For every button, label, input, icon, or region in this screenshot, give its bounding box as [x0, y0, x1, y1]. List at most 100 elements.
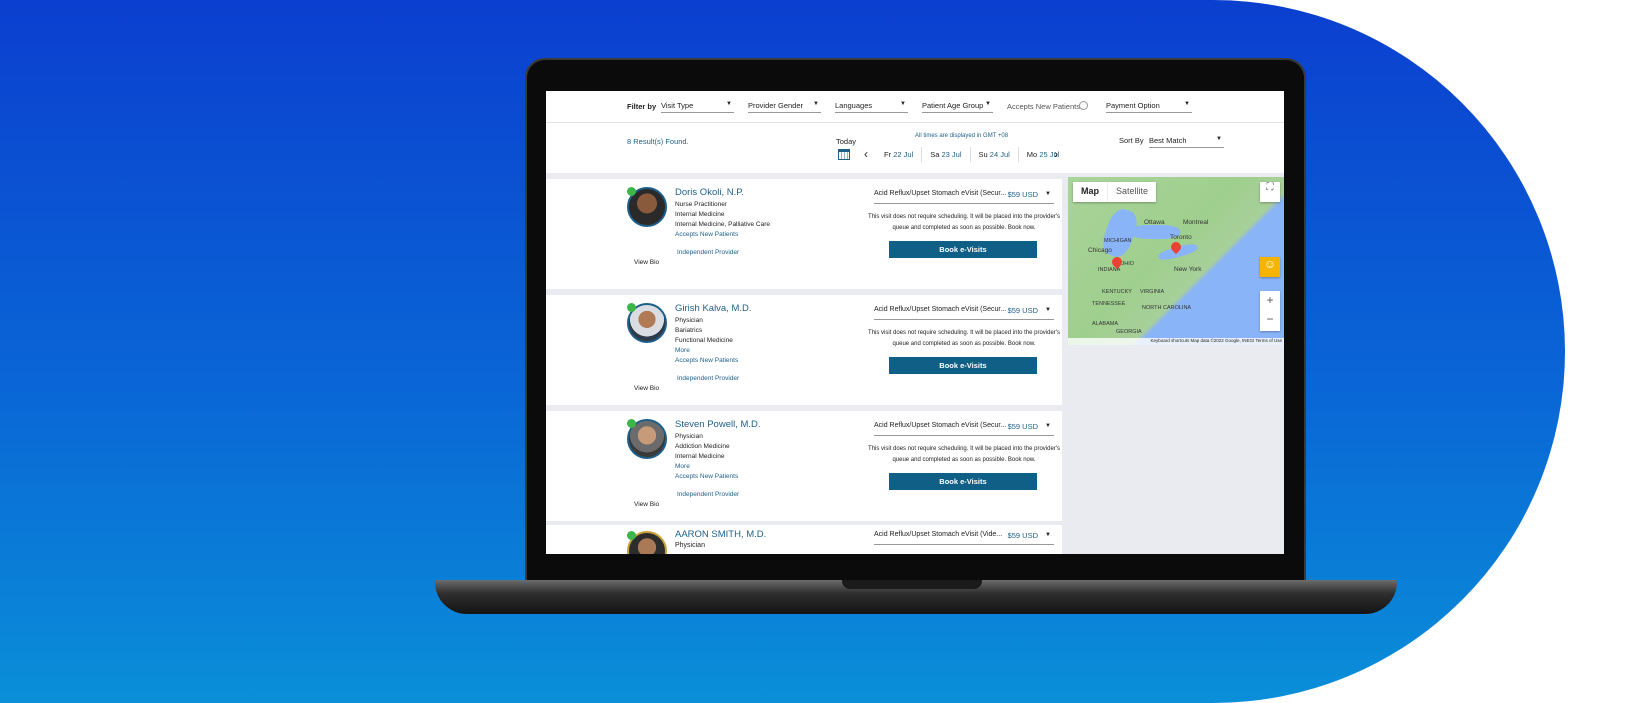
- accepts-new-patients-label: Accepts New Patients: [1007, 102, 1080, 111]
- caret-down-icon: ▼: [726, 101, 732, 107]
- view-bio-link[interactable]: View Bio: [634, 501, 659, 508]
- visit-type-select[interactable]: Acid Reflux/Upset Stomach eVisit (Secur.…: [874, 190, 1054, 204]
- more-link[interactable]: More: [675, 346, 738, 356]
- satellite-tab[interactable]: Satellite: [1107, 182, 1156, 202]
- caret-down-icon: ▼: [1045, 191, 1051, 197]
- provider-specialty: Addiction Medicine: [675, 443, 730, 450]
- chevron-left-icon[interactable]: ‹: [864, 147, 868, 161]
- provider-title: Physician: [675, 433, 703, 440]
- book-evisit-button[interactable]: Book e-Visits: [889, 473, 1037, 490]
- price: $59 USD: [1007, 190, 1038, 199]
- patient-age-dropdown[interactable]: Patient Age Group ▼: [922, 99, 993, 113]
- map-label: GEORGIA: [1116, 329, 1142, 335]
- provider-specialty: Internal Medicine: [675, 453, 725, 460]
- accepts-new-patients-link[interactable]: Accepts New Patients: [675, 230, 770, 240]
- caret-down-icon: ▼: [1216, 136, 1222, 142]
- languages-dropdown[interactable]: Languages ▼: [835, 99, 908, 113]
- payment-option-label: Payment Option: [1106, 101, 1160, 110]
- provider-name[interactable]: AARON SMITH, M.D.: [675, 529, 766, 540]
- accepts-new-patients-link[interactable]: Accepts New Patients: [675, 472, 738, 482]
- date-item[interactable]: Su 24 Jul: [971, 147, 1019, 162]
- caret-down-icon: ▼: [813, 101, 819, 107]
- visit-type-label: Visit Type: [661, 101, 694, 110]
- accepts-new-patients-link[interactable]: Accepts New Patients: [675, 356, 738, 366]
- caret-down-icon: ▼: [1184, 101, 1190, 107]
- online-status-icon: [627, 303, 636, 312]
- provider-name[interactable]: Doris Okoli, N.P.: [675, 187, 744, 198]
- provider-avatar[interactable]: [627, 303, 667, 343]
- provider-title: Physician: [675, 317, 703, 324]
- caret-down-icon: ▼: [1045, 423, 1051, 429]
- map-label: MICHIGAN: [1104, 238, 1132, 244]
- date-strip: Fr 22 Jul Sa 23 Jul Su 24 Jul Mo 25 Jul: [876, 147, 1067, 162]
- fullscreen-icon[interactable]: ⛶: [1260, 182, 1280, 202]
- book-evisit-button[interactable]: Book e-Visits: [889, 357, 1037, 374]
- provider-avatar[interactable]: [627, 419, 667, 459]
- book-evisit-button[interactable]: Book e-Visits: [889, 241, 1037, 258]
- map-label: VIRGINIA: [1140, 289, 1165, 295]
- map-label: TENNESSEE: [1092, 301, 1126, 307]
- price: $59 USD: [1007, 422, 1038, 431]
- payment-option-dropdown[interactable]: Payment Option ▼: [1106, 99, 1192, 113]
- provider-title: Physician: [675, 542, 705, 549]
- date-item[interactable]: Fr 22 Jul: [876, 147, 923, 162]
- sort-label: Sort By: [1119, 136, 1144, 145]
- map-label: Ottawa: [1144, 219, 1165, 226]
- laptop-notch: [842, 580, 982, 589]
- more-link[interactable]: More: [675, 462, 738, 472]
- view-bio-link[interactable]: View Bio: [634, 259, 659, 266]
- visit-type-select[interactable]: Acid Reflux/Upset Stomach eVisit (Vide..…: [874, 531, 1054, 545]
- map-label: Chicago: [1088, 247, 1112, 254]
- online-status-icon: [627, 419, 636, 428]
- provider-details: Physician: [675, 541, 705, 550]
- map-type-toggle: Map Satellite: [1073, 182, 1157, 202]
- provider-name[interactable]: Steven Powell, M.D.: [675, 419, 761, 430]
- zoom-in-icon[interactable]: +: [1260, 291, 1280, 310]
- laptop-screen: Filter by Visit Type ▼ Provider Gender ▼ L…: [546, 91, 1284, 554]
- provider-avatar[interactable]: [627, 187, 667, 227]
- provider-gender-label: Provider Gender: [748, 101, 804, 110]
- zoom-controls: + −: [1260, 291, 1280, 331]
- provider-avatar[interactable]: [627, 531, 667, 554]
- online-status-icon: [627, 531, 636, 540]
- provider-card: Steven Powell, M.D. Physician Addiction …: [546, 411, 1062, 521]
- visit-type-select[interactable]: Acid Reflux/Upset Stomach eVisit (Secur.…: [874, 422, 1054, 436]
- map-tab[interactable]: Map: [1073, 182, 1107, 202]
- independent-provider-link[interactable]: Independent Provider: [677, 249, 739, 256]
- sort-dropdown[interactable]: Best Match ▼: [1149, 134, 1224, 148]
- provider-title: Nurse Practitioner: [675, 201, 728, 208]
- independent-provider-link[interactable]: Independent Provider: [677, 375, 739, 382]
- visit-type-select[interactable]: Acid Reflux/Upset Stomach eVisit (Secur.…: [874, 306, 1054, 320]
- date-item[interactable]: Mo 25 Jul: [1019, 147, 1068, 162]
- map-footer: Keyboard shortcuts Map data ©2022 Google…: [1068, 338, 1284, 345]
- independent-provider-link[interactable]: Independent Provider: [677, 491, 739, 498]
- today-label: Today: [836, 137, 857, 146]
- zoom-out-icon[interactable]: −: [1260, 310, 1280, 329]
- caret-down-icon: ▼: [1045, 532, 1051, 538]
- visit-note: This visit does not require scheduling. …: [868, 330, 1060, 347]
- date-item[interactable]: Sa 23 Jul: [922, 147, 971, 162]
- calendar-icon[interactable]: [838, 149, 850, 160]
- results-bar: 8 Result(s) Found. All times are display…: [546, 123, 1284, 173]
- results-count: 8 Result(s) Found.: [627, 137, 689, 146]
- filter-label: Filter by: [627, 102, 657, 111]
- provider-name[interactable]: Girish Kalva, M.D.: [675, 303, 752, 314]
- provider-details: Nurse Practitioner Internal Medicine Int…: [675, 200, 770, 240]
- visit-type-dropdown[interactable]: Visit Type ▼: [661, 99, 734, 113]
- chevron-right-icon[interactable]: ›: [1054, 147, 1058, 161]
- provider-specialty: Bariatrics: [675, 327, 703, 334]
- filter-bar: Filter by Visit Type ▼ Provider Gender ▼ L…: [546, 91, 1284, 123]
- accepts-new-patients-toggle[interactable]: [1079, 101, 1088, 110]
- provider-gender-dropdown[interactable]: Provider Gender ▼: [748, 99, 821, 113]
- street-view-pegman-icon[interactable]: ☺: [1260, 257, 1280, 277]
- provider-card: Doris Okoli, N.P. Nurse Practitioner Int…: [546, 179, 1062, 289]
- map-label: Toronto: [1170, 234, 1192, 241]
- provider-specialty: Internal Medicine, Palliative Care: [675, 221, 771, 228]
- map-label: New York: [1174, 266, 1202, 273]
- caret-down-icon: ▼: [900, 101, 906, 107]
- timezone-note: All times are displayed in GMT +08: [915, 133, 1009, 139]
- view-bio-link[interactable]: View Bio: [634, 385, 659, 392]
- map-label: ALABAMA: [1092, 321, 1118, 327]
- provider-map[interactable]: Map Satellite ⛶ ☺ + − Ottawa Montreal Tor…: [1068, 177, 1284, 345]
- provider-card: AARON SMITH, M.D. Physician Acid Reflux/…: [546, 525, 1062, 554]
